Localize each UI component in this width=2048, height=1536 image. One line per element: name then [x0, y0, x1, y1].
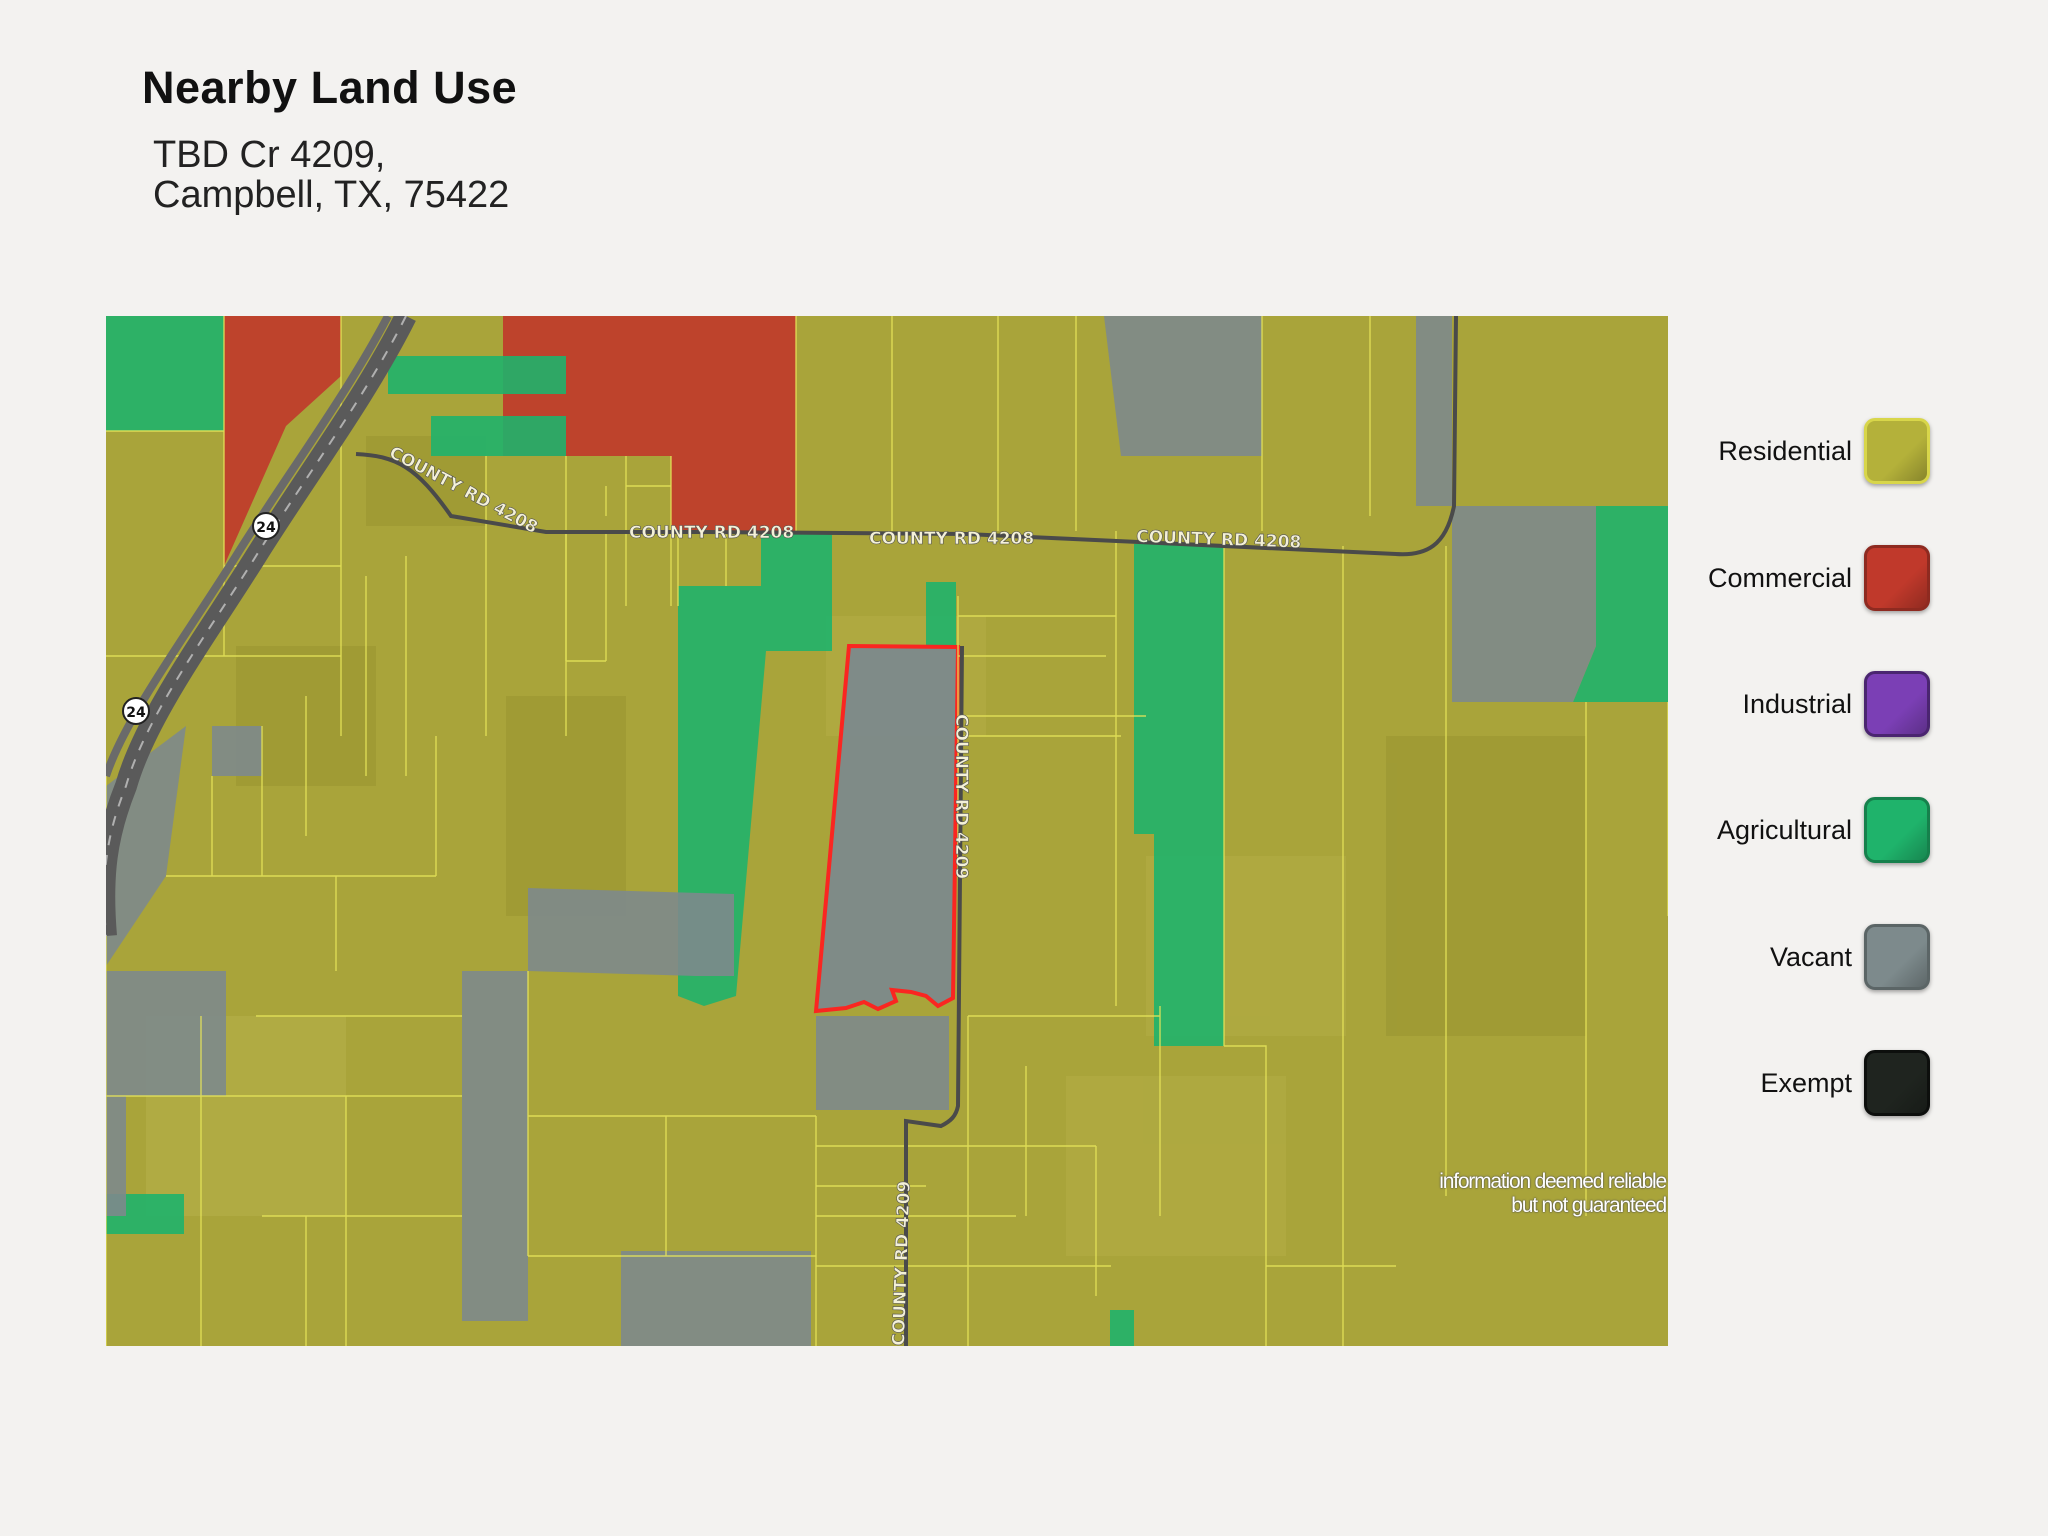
parcel-agricultural-3[interactable] [431, 416, 566, 456]
legend-swatch-residential [1864, 418, 1930, 484]
parcel-agricultural-6[interactable] [1154, 544, 1224, 1046]
disclaimer-line-2: but not guaranteed [1511, 1194, 1667, 1217]
legend-label-agricultural: Agricultural [1716, 814, 1852, 845]
page-title: Nearby Land Use [142, 62, 518, 113]
address-line-2: Campbell, TX, 75422 [153, 174, 510, 216]
parcel-vacant-3[interactable] [1452, 506, 1596, 702]
parcel-agricultural-10[interactable] [1110, 1310, 1134, 1346]
legend-label-commercial: Commercial [1707, 562, 1852, 593]
parcel-vacant-8[interactable] [462, 971, 528, 1321]
parcel-agricultural-1[interactable] [106, 316, 224, 431]
legend-item-commercial: Commercial [1708, 543, 1930, 613]
legend-label-exempt: Exempt [1760, 1067, 1852, 1098]
disclaimer-line-1: information deemed reliable [1439, 1170, 1667, 1193]
legend-item-exempt: Exempt [1760, 1048, 1930, 1118]
legend-swatch-vacant [1864, 924, 1930, 990]
svg-text:24: 24 [126, 705, 146, 721]
parcel-vacant-9[interactable] [106, 1096, 126, 1216]
legend-item-agricultural: Agricultural [1717, 795, 1930, 865]
parcel-vacant-2[interactable] [1416, 316, 1452, 506]
legend-swatch-agricultural [1864, 797, 1930, 863]
legend-item-residential: Residential [1718, 416, 1930, 486]
legend-label-industrial: Industrial [1742, 688, 1852, 719]
svg-text:24: 24 [256, 520, 276, 536]
legend-swatch-industrial [1864, 671, 1930, 737]
map-disclaimer: information deemed reliable but not guar… [1300, 1170, 1667, 1218]
parcel-vacant-7[interactable] [106, 971, 226, 1096]
road-label-cr4208-2: COUNTY RD 4208 [629, 523, 794, 543]
highway-shield-2: 24 [122, 697, 150, 725]
road-label-cr4209-1: COUNTY RD 4209 [951, 714, 971, 879]
parcel-vacant-10[interactable] [621, 1251, 811, 1346]
road-label-cr4208-3: COUNTY RD 4208 [869, 529, 1034, 549]
legend-item-industrial: Industrial [1742, 669, 1930, 739]
legend-label-residential: Residential [1718, 435, 1852, 466]
parcel-agricultural-7[interactable] [1134, 544, 1154, 834]
legend-label-vacant: Vacant [1769, 941, 1852, 972]
parcel-agricultural-5[interactable] [926, 582, 956, 646]
parcel-vacant-11[interactable] [816, 1016, 949, 1110]
legend-item-vacant: Vacant [1770, 922, 1930, 992]
legend-swatch-commercial [1864, 545, 1930, 611]
parcel-agricultural-2[interactable] [388, 356, 566, 394]
parcel-vacant-6[interactable] [528, 888, 734, 976]
highway-shield-1: 24 [252, 512, 280, 540]
legend-swatch-exempt [1864, 1050, 1930, 1116]
parcel-vacant-1[interactable] [1104, 316, 1262, 456]
parcel-vacant-4[interactable] [212, 726, 262, 776]
address-line-1: TBD Cr 4209, [153, 134, 386, 176]
